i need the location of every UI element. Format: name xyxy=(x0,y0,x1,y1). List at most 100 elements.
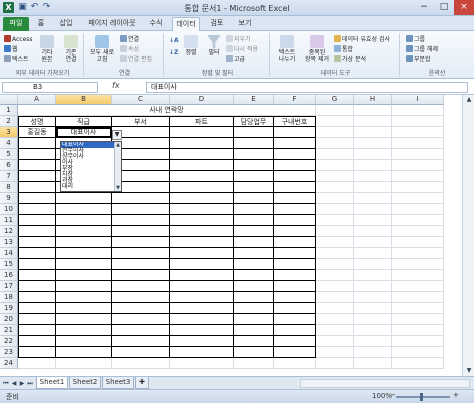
cell-d15[interactable] xyxy=(170,259,234,270)
row-header-2[interactable]: 2 xyxy=(0,116,18,127)
cell-c16[interactable] xyxy=(112,270,170,281)
zoom-slider[interactable] xyxy=(396,396,450,398)
cell-g19[interactable] xyxy=(316,303,354,314)
cell-g15[interactable] xyxy=(316,259,354,270)
cell-f12[interactable] xyxy=(274,226,316,237)
cell-e3[interactable] xyxy=(234,127,274,138)
cell-d19[interactable] xyxy=(170,303,234,314)
zoom-out-icon[interactable]: − xyxy=(390,391,396,399)
cell-d5[interactable] xyxy=(170,149,234,160)
cell-d17[interactable] xyxy=(170,281,234,292)
cell-i9[interactable] xyxy=(392,193,444,204)
cell-e4[interactable] xyxy=(234,138,274,149)
cell-e12[interactable] xyxy=(234,226,274,237)
cell-a4[interactable] xyxy=(18,138,56,149)
sort-button[interactable]: 정렬 xyxy=(181,35,201,56)
row-header-10[interactable]: 10 xyxy=(0,204,18,215)
row-header-8[interactable]: 8 xyxy=(0,182,18,193)
column-header-i[interactable]: I xyxy=(392,95,444,105)
column-header-f[interactable]: F xyxy=(274,95,316,105)
cell-e7[interactable] xyxy=(234,171,274,182)
cell-c21[interactable] xyxy=(112,325,170,336)
cell-h21[interactable] xyxy=(354,325,392,336)
cell-b10[interactable] xyxy=(56,204,112,215)
row-header-21[interactable]: 21 xyxy=(0,325,18,336)
cell-i22[interactable] xyxy=(392,336,444,347)
cell-d13[interactable] xyxy=(170,237,234,248)
cell-f3[interactable] xyxy=(274,127,316,138)
dropdown-scrollbar[interactable]: ▲ ▼ xyxy=(114,142,121,191)
cell-g1[interactable] xyxy=(316,105,354,116)
cell-b9[interactable] xyxy=(56,193,112,204)
cell-a8[interactable] xyxy=(18,182,56,193)
row-header-17[interactable]: 17 xyxy=(0,281,18,292)
cell-d9[interactable] xyxy=(170,193,234,204)
cell-f16[interactable] xyxy=(274,270,316,281)
cell-f4[interactable] xyxy=(274,138,316,149)
cell-c18[interactable] xyxy=(112,292,170,303)
zoom-in-icon[interactable]: + xyxy=(453,391,459,399)
column-header-e[interactable]: E xyxy=(234,95,274,105)
next-sheet-icon[interactable]: ▶ xyxy=(18,379,26,388)
scroll-up-icon[interactable]: ▲ xyxy=(115,142,121,148)
cell-b16[interactable] xyxy=(56,270,112,281)
cell-b3[interactable]: 대표이사 xyxy=(56,127,112,138)
header-cell-b2[interactable]: 직급 xyxy=(56,116,112,127)
cell-i4[interactable] xyxy=(392,138,444,149)
connections-button[interactable]: 연결 xyxy=(120,35,139,44)
existing-connections-button[interactable]: 기존 연결 xyxy=(60,35,82,63)
cell-e22[interactable] xyxy=(234,336,274,347)
cell-d16[interactable] xyxy=(170,270,234,281)
cell-c15[interactable] xyxy=(112,259,170,270)
row-header-13[interactable]: 13 xyxy=(0,237,18,248)
cell-i24[interactable] xyxy=(392,358,444,369)
cell-d8[interactable] xyxy=(170,182,234,193)
cell-a5[interactable] xyxy=(18,149,56,160)
cell-d6[interactable] xyxy=(170,160,234,171)
last-sheet-icon[interactable]: ⏭ xyxy=(26,379,34,388)
cell-f23[interactable] xyxy=(274,347,316,358)
tab-page-layout[interactable]: 페이지 레이아웃 xyxy=(82,17,142,31)
cell-f22[interactable] xyxy=(274,336,316,347)
cell-i15[interactable] xyxy=(392,259,444,270)
cell-g12[interactable] xyxy=(316,226,354,237)
row-header-18[interactable]: 18 xyxy=(0,292,18,303)
cell-g7[interactable] xyxy=(316,171,354,182)
new-sheet-icon[interactable]: ✚ xyxy=(135,377,149,389)
tab-review[interactable]: 검토 xyxy=(205,17,229,31)
cell-g21[interactable] xyxy=(316,325,354,336)
cell-h10[interactable] xyxy=(354,204,392,215)
cell-h12[interactable] xyxy=(354,226,392,237)
column-header-c[interactable]: C xyxy=(112,95,170,105)
column-header-b[interactable]: B xyxy=(56,95,112,105)
cell-i8[interactable] xyxy=(392,182,444,193)
header-cell-h2[interactable] xyxy=(354,116,392,127)
cell-f19[interactable] xyxy=(274,303,316,314)
cell-i1[interactable] xyxy=(392,105,444,116)
tab-formulas[interactable]: 수식 xyxy=(145,17,167,31)
cell-i19[interactable] xyxy=(392,303,444,314)
cell-g11[interactable] xyxy=(316,215,354,226)
header-cell-g2[interactable] xyxy=(316,116,354,127)
text-button[interactable]: 텍스트 xyxy=(4,55,29,64)
cell-h16[interactable] xyxy=(354,270,392,281)
cell-f10[interactable] xyxy=(274,204,316,215)
row-header-16[interactable]: 16 xyxy=(0,270,18,281)
web-button[interactable]: 웹 xyxy=(4,45,18,54)
cell-i10[interactable] xyxy=(392,204,444,215)
cell-e20[interactable] xyxy=(234,314,274,325)
cell-c13[interactable] xyxy=(112,237,170,248)
cell-g3[interactable] xyxy=(316,127,354,138)
tab-file[interactable]: 파일 xyxy=(3,17,29,31)
cell-g23[interactable] xyxy=(316,347,354,358)
cell-i13[interactable] xyxy=(392,237,444,248)
cell-e11[interactable] xyxy=(234,215,274,226)
dropdown-arrow-button[interactable]: ▼ xyxy=(112,130,122,140)
cell-d20[interactable] xyxy=(170,314,234,325)
properties-button[interactable]: 속성 xyxy=(120,45,139,54)
cell-h19[interactable] xyxy=(354,303,392,314)
header-cell-c2[interactable]: 부서 xyxy=(112,116,170,127)
row-header-20[interactable]: 20 xyxy=(0,314,18,325)
cell-h5[interactable] xyxy=(354,149,392,160)
table-title-cell[interactable]: 사내 연락망 xyxy=(18,105,316,116)
